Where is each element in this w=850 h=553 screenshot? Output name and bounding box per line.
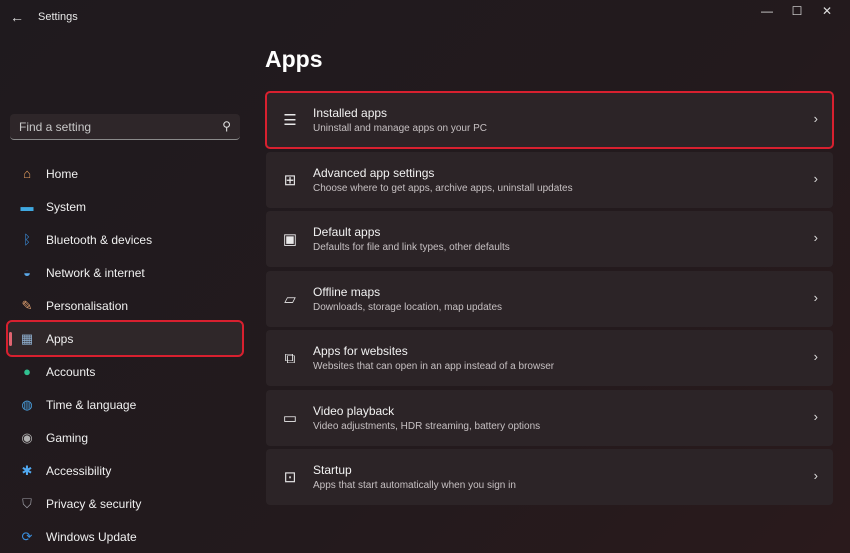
app-settings-icon: ⊞ <box>283 171 297 189</box>
video-icon: ▭ <box>282 409 298 427</box>
wifi-icon: ◒ <box>23 265 31 280</box>
card-title: Offline maps <box>313 284 381 299</box>
card-startup[interactable]: ⊡ Startup Apps that start automatically wh… <box>266 449 833 505</box>
accessibility-icon: ✱ <box>21 462 33 478</box>
sidebar-item-gaming[interactable]: ◉ Gaming <box>8 421 242 454</box>
sidebar-item-accessibility[interactable]: ✱ Accessibility <box>8 454 242 487</box>
sidebar-item-bluetooth-devices[interactable]: ᛒ Bluetooth & devices <box>8 223 242 256</box>
sidebar-item-label: System <box>46 199 87 214</box>
title-bar: ← Settings — ☐ ✕ <box>0 0 850 34</box>
card-title: Startup <box>313 463 352 477</box>
card-apps-for-websites[interactable]: ⧉ Apps for websites Websites that can open… <box>266 330 833 386</box>
card-subtitle: Choose where to get apps, archive apps, … <box>313 182 573 194</box>
sidebar-item-privacy-security[interactable]: ⛉ Privacy & security <box>8 487 242 520</box>
sidebar-nav: ⌂ Home ▬ System ᛒ Bluetooth & devices ◒ Network… <box>6 157 244 553</box>
chevron-right-icon: › <box>813 408 818 424</box>
gamepad-icon: ◉ <box>21 429 33 445</box>
card-default-apps[interactable]: ▣ Default apps Defaults for file and link … <box>266 211 833 267</box>
sidebar-item-label: Apps <box>46 331 74 346</box>
sidebar-item-home[interactable]: ⌂ Home <box>8 157 242 190</box>
bluetooth-icon: ᛒ <box>23 232 31 247</box>
chevron-right-icon: › <box>813 289 818 305</box>
sidebar-item-label: Bluetooth & devices <box>46 232 153 247</box>
sidebar-item-label: Network & internet <box>46 265 145 280</box>
system-icon: ▬ <box>20 199 34 214</box>
home-icon: ⌂ <box>23 166 31 181</box>
card-title: Video playback <box>313 403 395 418</box>
brush-icon: ✎ <box>21 297 33 313</box>
default-apps-icon: ▣ <box>282 231 298 248</box>
sidebar-item-label: Home <box>46 166 79 181</box>
accounts-icon: ● <box>23 364 31 379</box>
card-title: Default apps <box>313 225 381 239</box>
sidebar-item-label: Gaming <box>46 430 89 445</box>
sidebar-item-label: Time & language <box>46 397 137 412</box>
sidebar-item-apps[interactable]: ▦ Apps <box>6 320 244 357</box>
sidebar-item-label: Personalisation <box>46 298 129 313</box>
sidebar-item-label: Accounts <box>46 364 96 379</box>
sidebar-item-label: Windows Update <box>46 529 137 544</box>
page-title: Apps <box>265 46 323 72</box>
chevron-right-icon: › <box>813 349 818 364</box>
sidebar-item-system[interactable]: ▬ System <box>8 190 242 223</box>
sidebar-item-label: Privacy & security <box>46 496 142 511</box>
search-placeholder: Find a setting <box>19 120 92 134</box>
card-offline-maps[interactable]: ▱ Offline maps Downloads, storage location… <box>266 270 833 327</box>
card-video-playback[interactable]: ▭ Video playback Video adjustments, HDR st… <box>266 389 833 446</box>
card-title: Installed apps <box>313 106 388 120</box>
sidebar-item-personalisation[interactable]: ✎ Personalisation <box>8 289 242 322</box>
card-title: Advanced app settings <box>313 165 435 180</box>
search-icon[interactable]: ⚲ <box>222 119 231 133</box>
update-icon: ⟳ <box>21 528 33 544</box>
search-input[interactable]: Find a setting ⚲ <box>10 114 240 140</box>
card-advanced-app-settings[interactable]: ⊞ Advanced app settings Choose where to ge… <box>266 151 833 208</box>
card-installed-apps[interactable]: ☰ Installed apps Uninstall and manage apps… <box>265 91 834 149</box>
settings-list: ☰ Installed apps Uninstall and manage apps… <box>265 91 834 509</box>
card-subtitle: Defaults for file and link types, other … <box>313 242 510 253</box>
sidebar-item-label: Accessibility <box>46 463 112 478</box>
shield-icon: ⛉ <box>22 495 32 511</box>
sidebar-item-windows-update[interactable]: ⟳ Windows Update <box>8 520 242 553</box>
web-app-icon: ⧉ <box>284 349 296 367</box>
app-title: Settings <box>38 11 78 23</box>
sidebar-item-time-language[interactable]: ◍ Time & language <box>8 388 242 421</box>
card-subtitle: Websites that can open in an app instead… <box>313 361 555 372</box>
sidebar-item-network-internet[interactable]: ◒ Network & internet <box>8 256 242 289</box>
card-subtitle: Apps that start automatically when you s… <box>313 480 516 491</box>
back-arrow-icon[interactable]: ← <box>10 9 24 25</box>
close-button[interactable]: ✕ <box>812 4 842 24</box>
card-subtitle: Uninstall and manage apps on your PC <box>313 123 487 134</box>
maximize-button[interactable]: ☐ <box>782 4 812 24</box>
globe-icon: ◍ <box>21 396 33 412</box>
chevron-right-icon: › <box>813 170 818 186</box>
startup-icon: ⊡ <box>283 469 297 486</box>
chevron-right-icon: › <box>813 111 818 126</box>
sidebar-item-accounts[interactable]: ● Accounts <box>8 355 242 388</box>
chevron-right-icon: › <box>813 230 818 245</box>
map-icon: ▱ <box>284 290 296 308</box>
apps-icon: ▦ <box>20 330 34 346</box>
chevron-right-icon: › <box>813 468 818 483</box>
card-subtitle: Downloads, storage location, map updates <box>313 301 503 313</box>
list-icon: ☰ <box>283 112 297 129</box>
card-subtitle: Video adjustments, HDR streaming, batter… <box>313 420 541 432</box>
card-title: Apps for websites <box>313 344 408 358</box>
minimize-button[interactable]: — <box>752 4 782 24</box>
